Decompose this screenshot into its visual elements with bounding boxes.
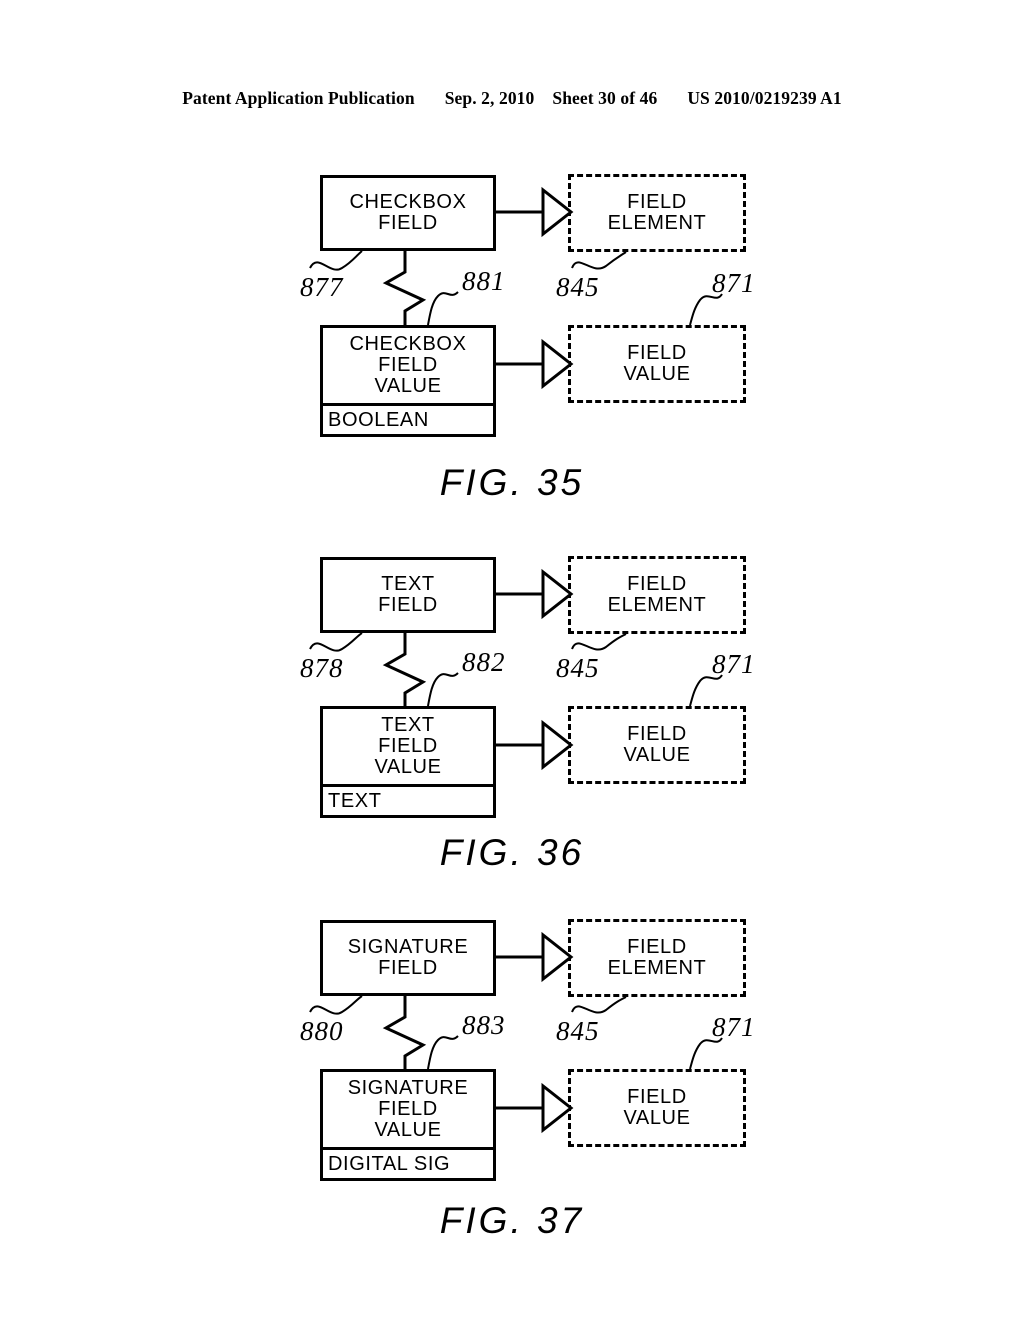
fig36-ref-element: 845 [556,653,600,683]
fig37-ref-value: 883 [462,1010,506,1040]
fig36-ref-field: 878 [300,653,344,683]
fig36-field-arrowhead [541,568,574,620]
fig35-field-element-node: FIELD ELEMENT [568,174,746,252]
fig36-leader-882 [427,672,459,707]
fig37-leader-845 [571,996,627,1014]
header-sheet-label: Sheet 30 of 46 [552,88,658,108]
fig35-leader-877 [309,250,363,271]
fig37-value-arrowhead [541,1082,574,1134]
fig37-field-node-label: SIGNATURE FIELD [347,936,469,979]
fig36-field-value-label: TEXT FIELD VALUE [374,714,442,778]
header-publication-label: Patent Application Publication [182,88,415,108]
fig37-value-main-compartment: SIGNATURE FIELD VALUE [323,1072,493,1147]
fig36-field-value-element-label: FIELD VALUE [623,723,691,766]
fig37-field-element-label: FIELD ELEMENT [607,936,707,979]
fig35-field-element-label: FIELD ELEMENT [607,191,707,234]
fig36-leader-878 [309,632,363,652]
fig36-field-node-label: TEXT FIELD [378,573,438,616]
fig35-ref-value: 881 [462,266,506,296]
fig35-value-type-compartment: BOOLEAN [323,403,493,434]
fig35-ref-field: 877 [300,272,344,302]
fig36-ref-value-element: 871 [712,649,756,679]
fig37-ref-element: 845 [556,1016,600,1046]
fig35-leader-845 [571,251,627,270]
fig36-value-main-compartment: TEXT FIELD VALUE [323,709,493,784]
fig37-field-node: SIGNATURE FIELD [320,920,496,996]
fig36-leader-845 [571,633,627,651]
fig37-ref-field: 880 [300,1016,344,1046]
fig37-ref-value-element: 871 [712,1012,756,1042]
header-patent-number-label: US 2010/0219239 A1 [687,88,842,108]
fig36-field-value-element-node: FIELD VALUE [568,706,746,784]
fig36-ref-value: 882 [462,647,506,677]
fig36-field-element-node: FIELD ELEMENT [568,556,746,634]
fig35-ref-element: 845 [556,272,600,302]
fig37-field-arrowhead [541,931,574,983]
fig35-field-value-element-node: FIELD VALUE [568,325,746,403]
connector-overlay [309,186,723,1134]
fig36-caption: FIG. 36 [439,832,585,873]
fig37-value-type-compartment: DIGITAL SIG [323,1147,493,1178]
fig35-field-node-label: CHECKBOX FIELD [349,191,467,234]
fig35-field-value-node: CHECKBOX FIELD VALUE BOOLEAN [320,325,496,437]
fig37-field-element-node: FIELD ELEMENT [568,919,746,997]
fig36-break-connector [382,633,427,706]
fig35-leader-881 [427,291,459,326]
fig35-value-arrowhead [541,338,574,390]
fig35-field-value-label: CHECKBOX FIELD VALUE [349,333,467,397]
fig35-ref-value-element: 871 [712,268,756,298]
fig37-break-connector [382,996,427,1069]
fig36-value-arrowhead [541,719,574,771]
fig36-value-type-label: TEXT [328,789,382,812]
fig37-field-value-node: SIGNATURE FIELD VALUE DIGITAL SIG [320,1069,496,1181]
fig36-field-element-label: FIELD ELEMENT [607,573,707,616]
fig36-value-type-compartment: TEXT [323,784,493,815]
fig37-leader-883 [427,1035,459,1070]
fig35-field-arrowhead [541,186,574,238]
fig37-caption: FIG. 37 [439,1200,585,1241]
fig37-leader-880 [309,995,363,1015]
fig35-value-type-label: BOOLEAN [328,408,429,431]
fig35-field-node: CHECKBOX FIELD [320,175,496,251]
header-date-label: Sep. 2, 2010 [444,88,535,108]
fig37-field-value-element-node: FIELD VALUE [568,1069,746,1147]
page-header: Patent Application Publication Sep. 2, 2… [0,88,1024,109]
fig36-field-node: TEXT FIELD [320,557,496,633]
fig37-value-type-label: DIGITAL SIG [328,1152,451,1175]
fig35-caption: FIG. 35 [439,462,585,503]
fig37-field-value-element-label: FIELD VALUE [623,1086,691,1129]
fig35-value-main-compartment: CHECKBOX FIELD VALUE [323,328,493,403]
fig36-field-value-node: TEXT FIELD VALUE TEXT [320,706,496,818]
fig35-break-connector [382,251,427,325]
fig37-field-value-label: SIGNATURE FIELD VALUE [347,1077,469,1141]
fig35-field-value-element-label: FIELD VALUE [623,342,691,385]
